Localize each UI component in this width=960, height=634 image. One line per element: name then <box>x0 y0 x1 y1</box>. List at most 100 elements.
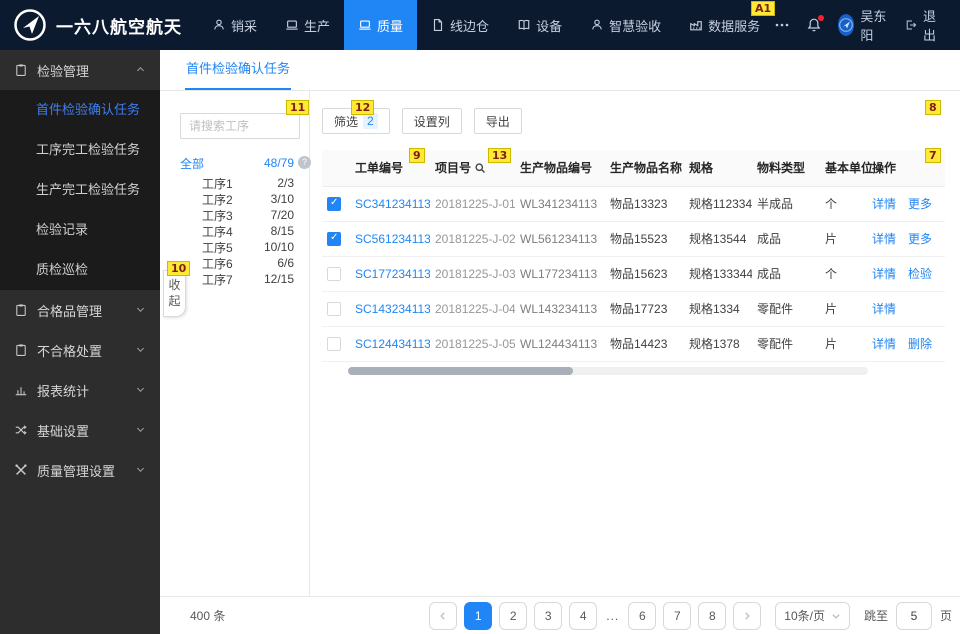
prev-page-button[interactable] <box>429 601 458 630</box>
page-ellipsis[interactable]: ... <box>604 609 621 623</box>
nav-item-equipment[interactable]: 设备 <box>503 0 576 50</box>
process-item[interactable]: 工序3 7/20 <box>180 207 294 223</box>
page-button-4[interactable]: 4 <box>569 601 598 630</box>
work-order-link[interactable]: SC561234113 <box>355 232 430 246</box>
unit-cell: 片 <box>820 221 867 257</box>
sidebar-item-quality-patrol[interactable]: 质检巡检 <box>0 250 160 290</box>
column-settings-button[interactable]: 设置列 <box>401 108 462 134</box>
sidebar-group-basic-settings[interactable]: 基础设置 <box>0 410 160 450</box>
detail-link[interactable]: 详情 <box>872 267 896 281</box>
next-page-button[interactable] <box>733 601 762 630</box>
user-menu[interactable]: 吴东阳 <box>838 6 889 44</box>
work-order-link[interactable]: SC177234113 <box>355 267 430 281</box>
detail-link[interactable]: 详情 <box>872 232 896 246</box>
page-button-8[interactable]: 8 <box>698 601 727 630</box>
row-checkbox[interactable] <box>327 301 341 316</box>
sidebar-item-process-completion-task[interactable]: 工序完工检验任务 <box>0 130 160 170</box>
item-code-cell: WL341234113 <box>515 186 605 222</box>
spec-cell: 规格1334 <box>684 291 752 327</box>
nav-item-production[interactable]: 生产 <box>271 0 344 50</box>
process-item[interactable]: 工序6 6/6 <box>180 255 294 271</box>
export-button[interactable]: 导出 <box>473 108 522 134</box>
more-menu-button[interactable] <box>774 17 790 33</box>
nav-label: 线边仓 <box>450 18 490 34</box>
collapse-panel-button[interactable]: 收起 <box>163 270 186 317</box>
process-item-all[interactable]: 全部 48/79 ? <box>180 155 311 171</box>
app-root: 一六八航空航天 销采 生产 质量 线边仓 设备 智慧验收 数据服务 吴东阳 退出… <box>0 0 960 634</box>
task-table: 工单编号 项目号 生产物品编号 生产物品名称 规格 物料类型 基本单位 操作 ✓… <box>322 150 945 362</box>
horizontal-scrollbar-track[interactable] <box>348 367 868 375</box>
work-order-link[interactable]: SC341234113 <box>355 197 430 211</box>
work-order-link[interactable]: SC124434113 <box>355 337 430 351</box>
spec-cell: 规格133344 <box>684 256 752 292</box>
page-size-select[interactable]: 10条/页 <box>775 601 850 630</box>
nav-item-line-warehouse[interactable]: 线边仓 <box>417 0 503 50</box>
chevron-down-icon <box>135 423 146 438</box>
detail-link[interactable]: 详情 <box>872 337 896 351</box>
sidebar-group-quality-settings[interactable]: 质量管理设置 <box>0 450 160 490</box>
nav-label: 智慧验收 <box>609 18 662 34</box>
delete-link[interactable]: 删除 <box>908 337 932 351</box>
jump-label: 跳至 <box>863 609 888 623</box>
page-button-6[interactable]: 6 <box>628 601 657 630</box>
more-link[interactable]: 更多 <box>908 232 932 246</box>
search-icon[interactable] <box>471 161 486 175</box>
sidebar-item-inspection-records[interactable]: 检验记录 <box>0 210 160 250</box>
nav-item-sales[interactable]: 销采 <box>198 0 271 50</box>
brand: 一六八航空航天 <box>0 7 182 43</box>
notification-bell-button[interactable] <box>806 15 825 33</box>
nav-item-quality[interactable]: 质量 <box>344 0 418 50</box>
person-icon <box>592 19 602 30</box>
detail-link[interactable]: 详情 <box>872 197 896 211</box>
row-checkbox[interactable] <box>327 266 341 281</box>
sidebar-group-reports[interactable]: 报表统计 <box>0 370 160 410</box>
item-name-cell: 物品17723 <box>605 291 684 327</box>
main-panel: 筛选 2 设置列 导出 工单编号 项目号 生产物品编号 生产物品名称 规格 物料… <box>310 91 960 596</box>
spec-cell: 规格1378 <box>684 326 752 362</box>
page-button-1[interactable]: 1 <box>464 601 493 630</box>
page-unit-label: 页 <box>939 609 952 623</box>
jump-page-input[interactable] <box>895 601 932 630</box>
annotation-badge-8: 8 <box>925 100 941 115</box>
annotation-badge-10: 10 <box>167 261 191 276</box>
sidebar-item-production-completion-task[interactable]: 生产完工检验任务 <box>0 170 160 210</box>
material-type-cell: 半成品 <box>752 186 820 222</box>
nav-item-smart-acceptance[interactable]: 智慧验收 <box>576 0 675 50</box>
nav-label: 质量 <box>377 18 404 34</box>
process-item[interactable]: 工序2 3/10 <box>180 191 294 207</box>
process-count: 10/10 <box>263 240 294 254</box>
row-checkbox[interactable] <box>327 231 341 246</box>
sidebar-group-inspection[interactable]: 检验管理 <box>0 50 160 90</box>
annotation-badge-7: 7 <box>925 148 941 163</box>
top-navbar: 一六八航空航天 销采 生产 质量 线边仓 设备 智慧验收 数据服务 吴东阳 退出 <box>0 0 960 50</box>
sidebar-group-nonconforming[interactable]: 不合格处置 <box>0 330 160 370</box>
sidebar-item-first-article-task[interactable]: 首件检验确认任务 <box>0 90 160 130</box>
page-button-7[interactable]: 7 <box>663 601 692 630</box>
inspect-link[interactable]: 检验 <box>908 267 932 281</box>
file-icon <box>433 19 443 31</box>
process-count: 7/20 <box>270 208 294 222</box>
page-jump: 跳至 页 <box>863 601 952 630</box>
process-search-input[interactable] <box>180 113 300 139</box>
detail-link[interactable]: 详情 <box>872 302 896 316</box>
row-checkbox[interactable] <box>327 336 341 351</box>
chevron-down-icon <box>135 383 146 398</box>
horizontal-scrollbar-thumb[interactable] <box>348 367 573 375</box>
sidebar-group-qualified[interactable]: 合格品管理 <box>0 290 160 330</box>
logout-button[interactable]: 退出 <box>905 6 942 44</box>
tab-first-article-task[interactable]: 首件检验确认任务 <box>185 58 292 90</box>
col-material-type: 物料类型 <box>752 150 820 187</box>
page-button-3[interactable]: 3 <box>534 601 563 630</box>
nav-label: 生产 <box>304 18 331 34</box>
table-row: SC143234113 20181225-J-04 WL143234113 物品… <box>322 291 945 327</box>
process-item[interactable]: 工序4 8/15 <box>180 223 294 239</box>
page-button-2[interactable]: 2 <box>499 601 528 630</box>
process-item[interactable]: 工序1 2/3 <box>180 175 294 191</box>
row-checkbox[interactable] <box>327 196 341 211</box>
unit-cell: 片 <box>820 326 867 362</box>
process-item[interactable]: 工序7 12/15 <box>180 271 294 287</box>
work-order-link[interactable]: SC143234113 <box>355 302 430 316</box>
table-row: SC341234113 20181225-J-01 WL341234113 物品… <box>322 186 945 222</box>
more-link[interactable]: 更多 <box>908 197 932 211</box>
process-item[interactable]: 工序5 10/10 <box>180 239 294 255</box>
